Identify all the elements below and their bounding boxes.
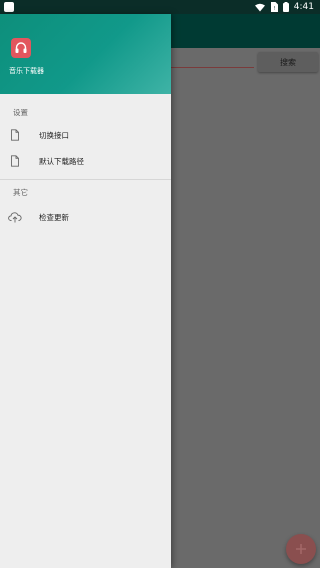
- app-name: 音乐下载器: [9, 67, 44, 75]
- status-bar: ! 4:41: [0, 0, 320, 14]
- navigation-drawer: 音乐下载器 设置 切换接口 默认下载路径 其它 检查更新: [0, 14, 171, 568]
- search-button-label: 搜索: [280, 57, 296, 67]
- notification-icon: [4, 2, 14, 12]
- drawer-header: 音乐下载器: [0, 14, 171, 94]
- file-icon: [11, 155, 19, 167]
- fab-button[interactable]: [286, 534, 316, 564]
- search-input[interactable]: [170, 67, 254, 68]
- cloud-upload-icon: [8, 212, 22, 223]
- battery-icon: [282, 2, 289, 12]
- wifi-icon: [254, 3, 265, 11]
- status-icons: ! 4:41: [254, 1, 314, 13]
- menu-item-switch-interface[interactable]: 切换接口: [0, 123, 171, 147]
- headphones-icon: [11, 38, 31, 58]
- menu-item-label: 检查更新: [39, 213, 69, 222]
- svg-text:!: !: [273, 6, 275, 12]
- plus-icon: [296, 544, 306, 554]
- menu-item-default-download-path[interactable]: 默认下载路径: [0, 149, 171, 173]
- menu-item-label: 切换接口: [39, 131, 69, 140]
- section-title-other: 其它: [13, 188, 28, 197]
- section-divider: [0, 179, 171, 180]
- status-time: 4:41: [293, 2, 314, 12]
- search-button[interactable]: 搜索: [258, 52, 318, 72]
- sim-icon: !: [270, 2, 278, 12]
- menu-item-check-update[interactable]: 检查更新: [0, 205, 171, 229]
- file-icon: [11, 129, 19, 141]
- menu-item-label: 默认下载路径: [39, 157, 84, 166]
- section-title-settings: 设置: [13, 108, 28, 117]
